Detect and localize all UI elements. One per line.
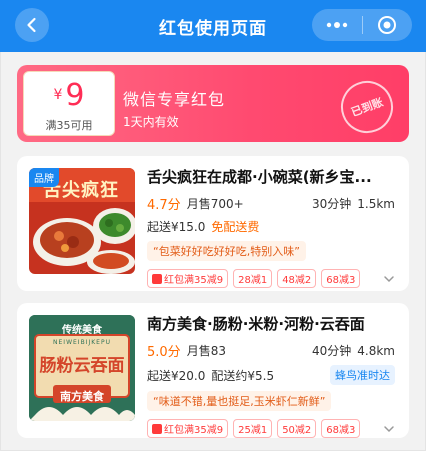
- coupon-validity: 1天内有效: [123, 115, 179, 129]
- chevron-down-icon[interactable]: [383, 273, 395, 285]
- store-card[interactable]: 传统美食 NEIWEIBIJKEPU 肠粉云吞面 南方美食 南方美食·肠粉·米粉…: [17, 303, 409, 438]
- delivery-fees: 起送¥20.0 配送约¥5.5 蜂鸟准时达: [147, 365, 395, 385]
- review-snippet: “包菜好好吃好好吃,特别入味”: [147, 241, 306, 261]
- store-info: 南方美食·肠粉·米粉·河粉·云吞面 5.0分 月售83 40分钟 4.8km 起…: [147, 313, 395, 438]
- store-distance: 4.8km: [357, 343, 395, 358]
- chevron-down-icon[interactable]: [383, 423, 395, 435]
- delivery-time: 30分钟: [311, 197, 352, 211]
- coupon-amount-box: ¥9 满35可用: [23, 71, 115, 136]
- close-mini-program-button[interactable]: [363, 9, 413, 41]
- coupon-condition: 满35可用: [45, 119, 93, 132]
- store-name: 南方美食·肠粉·米粉·河粉·云吞面: [147, 315, 365, 333]
- promo-tag: 50减2: [277, 419, 317, 438]
- store-card[interactable]: 舌尖疯狂 品牌 舌尖疯狂在成都·小碗菜(新乡宝... 4.7分 月售700+ 3…: [17, 156, 409, 291]
- coupon-title: 微信专享红包: [123, 90, 226, 109]
- store-metrics: 4.7分 月售700+ 30分钟 1.5km: [147, 194, 395, 214]
- promo-tag: 25减1: [233, 419, 273, 438]
- delivery-fees: 起送¥15.0 免配送费: [147, 218, 395, 235]
- promo-tag: 红包满35减9: [147, 419, 229, 438]
- promo-tags: 红包满35减9 28减1 48减2 68减3: [147, 269, 395, 288]
- review-snippet: “味道不错,量也挺足,玉米虾仁新鲜”: [147, 391, 332, 411]
- promo-text: 红包满35减9: [164, 425, 224, 436]
- promo-tag: 48减2: [277, 269, 317, 288]
- store-distance: 1.5km: [357, 196, 395, 211]
- store-rating: 4.7分: [147, 198, 181, 213]
- delivery-fee: 免配送费: [211, 220, 260, 234]
- more-button[interactable]: [312, 9, 362, 41]
- thumb-subtitle: 南方美食: [60, 390, 104, 403]
- thumb-main-title: 肠粉云吞面: [39, 356, 125, 376]
- brand-badge: 品牌: [29, 168, 59, 187]
- store-name: 舌尖疯狂在成都·小碗菜(新乡宝...: [147, 168, 372, 186]
- thumb-tagline: 传统美食: [62, 325, 102, 336]
- thumb-pinyin: NEIWEIBIJKEPU: [53, 339, 111, 346]
- store-thumbnail: 舌尖疯狂 品牌: [29, 168, 135, 274]
- store-info: 舌尖疯狂在成都·小碗菜(新乡宝... 4.7分 月售700+ 30分钟 1.5k…: [147, 166, 395, 288]
- delivery-fee: 配送约¥5.5: [211, 368, 275, 383]
- red-packet-icon: [152, 423, 162, 434]
- monthly-sales: 月售700+: [186, 197, 244, 211]
- coupon-amount: ¥9: [24, 78, 114, 113]
- red-packet-icon: [152, 273, 162, 284]
- store-rating: 5.0分: [147, 345, 181, 360]
- promo-tags: 红包满35减9 25减1 50减2 68减3: [147, 419, 395, 438]
- target-icon: [378, 16, 397, 34]
- store-thumbnail: 传统美食 NEIWEIBIJKEPU 肠粉云吞面 南方美食: [29, 315, 135, 421]
- delivery-badge: 蜂鸟准时达: [330, 365, 395, 385]
- store-metrics: 5.0分 月售83 40分钟 4.8km: [147, 341, 395, 361]
- min-order: 起送¥15.0: [147, 220, 206, 234]
- more-dots-icon: [326, 22, 347, 28]
- red-packet-coupon[interactable]: ¥9 满35可用 微信专享红包 1天内有效 已到账: [17, 65, 409, 142]
- delivery-time: 40分钟: [311, 344, 352, 358]
- currency-symbol: ¥: [53, 87, 63, 103]
- coupon-value: 9: [65, 78, 85, 113]
- promo-tag: 28减1: [233, 269, 273, 288]
- promo-tag: 68减3: [321, 269, 361, 288]
- top-bar: 红包使用页面: [0, 0, 426, 52]
- mini-program-capsule: [312, 9, 412, 41]
- min-order: 起送¥20.0: [147, 368, 206, 383]
- received-stamp: 已到账: [333, 73, 401, 141]
- promo-tag: 红包满35减9: [147, 269, 229, 288]
- monthly-sales: 月售83: [186, 344, 226, 358]
- promo-tag: 68减3: [321, 419, 361, 438]
- promo-text: 红包满35减9: [164, 275, 224, 286]
